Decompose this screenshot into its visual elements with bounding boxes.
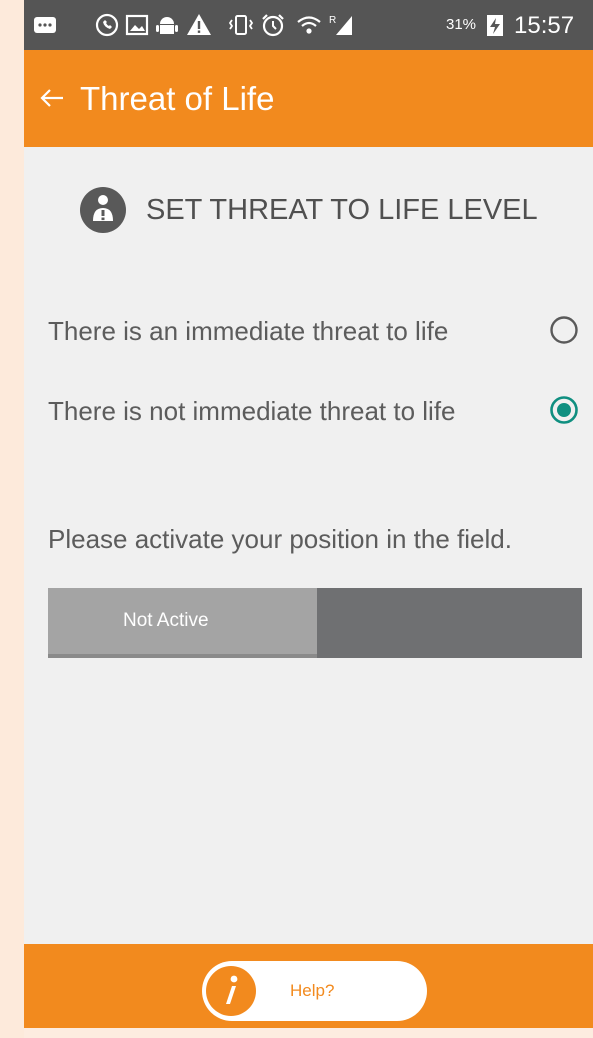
- option-label: There is not immediate threat to life: [48, 396, 456, 426]
- position-instruction: Please activate your position in the fie…: [48, 524, 512, 554]
- help-label: Help?: [290, 981, 335, 1000]
- toggle-label: Not Active: [123, 610, 209, 631]
- status-bar: R 31% 15:57: [24, 0, 593, 50]
- signal-icon: R: [328, 12, 354, 38]
- gallery-icon: [124, 12, 150, 38]
- footer-bar: Help?: [24, 944, 593, 1028]
- radio-unselected-icon[interactable]: [548, 314, 580, 346]
- arrow-left-icon[interactable]: [38, 84, 66, 112]
- left-edge: [0, 0, 24, 1038]
- whatsapp-icon: [94, 12, 120, 38]
- radio-selected-icon[interactable]: [548, 394, 580, 426]
- alarm-icon: [260, 12, 286, 38]
- battery-percent: 31%: [446, 16, 477, 33]
- clock: 15:57: [514, 12, 575, 39]
- android-icon: [154, 12, 180, 38]
- option-label: There is an immediate threat to life: [48, 316, 449, 346]
- section-heading: SET THREAT TO LIFE LEVEL: [80, 186, 538, 234]
- app-bar: Threat of Life: [24, 50, 593, 147]
- info-icon: [206, 966, 256, 1016]
- wifi-icon: [296, 12, 322, 38]
- help-button[interactable]: Help?: [202, 961, 427, 1021]
- person-alert-icon: [80, 187, 126, 233]
- option-no-immediate-threat[interactable]: There is not immediate threat to life: [48, 390, 580, 434]
- option-immediate-threat[interactable]: There is an immediate threat to life: [48, 310, 580, 354]
- battery-charging-icon: [484, 12, 506, 38]
- roaming-mark: R: [329, 15, 336, 26]
- message-icon: [32, 12, 58, 38]
- section-title: SET THREAT TO LIFE LEVEL: [146, 193, 538, 226]
- position-toggle[interactable]: Not Active: [48, 588, 582, 658]
- warning-icon: [186, 12, 212, 38]
- page-title: Threat of Life: [80, 80, 275, 117]
- page: R 31% 15:57 Threat of Life SET THREAT TO…: [0, 0, 593, 1038]
- phone-screen: R 31% 15:57 Threat of Life SET THREAT TO…: [24, 0, 593, 1028]
- vibrate-icon: [228, 12, 254, 38]
- toggle-thumb[interactable]: Not Active: [48, 588, 317, 658]
